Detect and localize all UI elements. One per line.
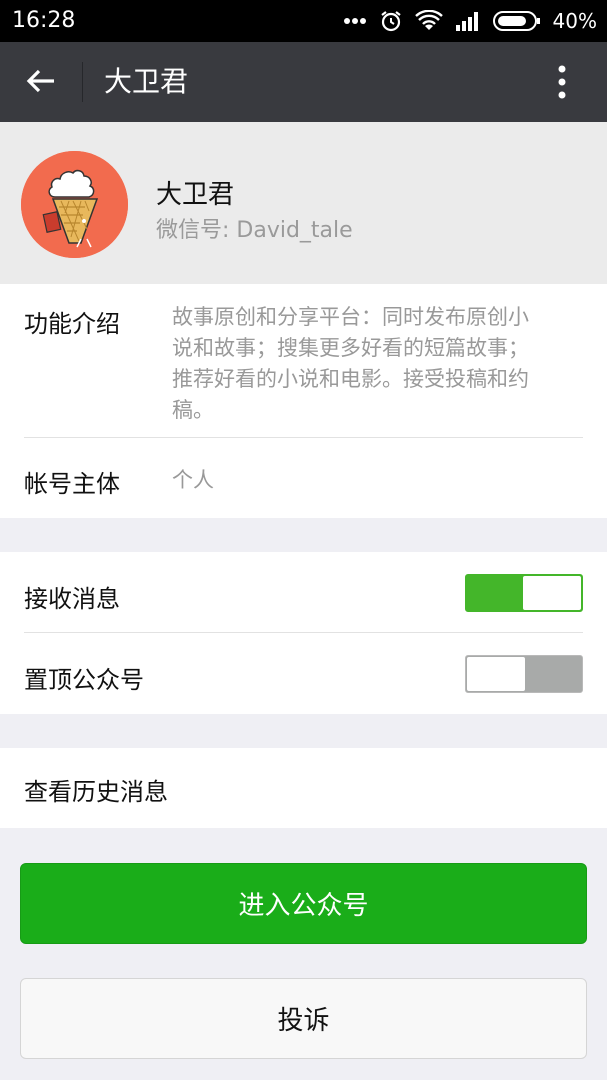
arrow-left-icon — [26, 68, 56, 98]
app-bar-divider — [82, 62, 83, 102]
intro-text: 故事原创和分享平台：同时发布原创小 说和故事；搜集更多好看的短篇故事； 推荐好看… — [172, 302, 529, 426]
app-bar: 大卫君 — [0, 42, 607, 122]
profile-header: 大卫君 微信号: David_tale — [0, 122, 607, 284]
pin-account-toggle[interactable] — [465, 655, 583, 693]
view-history-label: 查看历史消息 — [24, 778, 168, 806]
complain-button[interactable]: 投诉 — [20, 978, 587, 1059]
page-title: 大卫君 — [104, 65, 189, 98]
receive-messages-label: 接收消息 — [24, 585, 120, 613]
intro-line: 故事原创和分享平台：同时发布原创小 — [172, 305, 529, 329]
status-time: 16:28 — [12, 8, 76, 33]
more-button[interactable] — [539, 64, 585, 104]
back-button[interactable] — [20, 62, 62, 104]
alarm-icon — [379, 9, 403, 33]
account-name: 大卫君 — [156, 180, 235, 210]
avatar[interactable] — [21, 151, 128, 258]
more-vertical-icon — [558, 65, 566, 103]
battery-icon — [492, 10, 541, 32]
wechat-id: 微信号: David_tale — [156, 212, 353, 244]
wechat-id-label: 微信号: — [156, 218, 237, 243]
toggle-knob — [523, 576, 581, 610]
settings-card: 接收消息 置顶公众号 — [0, 552, 607, 714]
info-card: 功能介绍 故事原创和分享平台：同时发布原创小 说和故事；搜集更多好看的短篇故事；… — [0, 284, 607, 518]
divider — [24, 632, 583, 633]
battery-percent: 40% — [552, 9, 597, 33]
enter-account-button[interactable]: 进入公众号 — [20, 863, 587, 944]
pin-account-label: 置顶公众号 — [24, 666, 144, 694]
history-row[interactable]: 查看历史消息 — [0, 748, 607, 828]
intro-line: 说和故事；搜集更多好看的短篇故事； — [172, 336, 529, 360]
intro-line: 推荐好看的小说和电影。接受投稿和约 — [172, 367, 529, 391]
status-icons: 40% — [343, 6, 597, 36]
divider — [24, 437, 583, 438]
more-dots-icon — [343, 17, 367, 25]
toggle-knob — [467, 657, 525, 691]
signal-icon — [455, 11, 481, 31]
wechat-id-value: David_tale — [236, 218, 353, 243]
status-bar: 16:28 40% — [0, 0, 607, 42]
account-type-label: 帐号主体 — [24, 470, 120, 498]
account-type-value: 个人 — [172, 468, 214, 492]
receive-messages-toggle[interactable] — [465, 574, 583, 612]
intro-label: 功能介绍 — [24, 310, 120, 338]
ice-cream-cone-icon — [21, 151, 128, 258]
intro-line: 稿。 — [172, 398, 214, 422]
wifi-icon — [414, 10, 443, 32]
